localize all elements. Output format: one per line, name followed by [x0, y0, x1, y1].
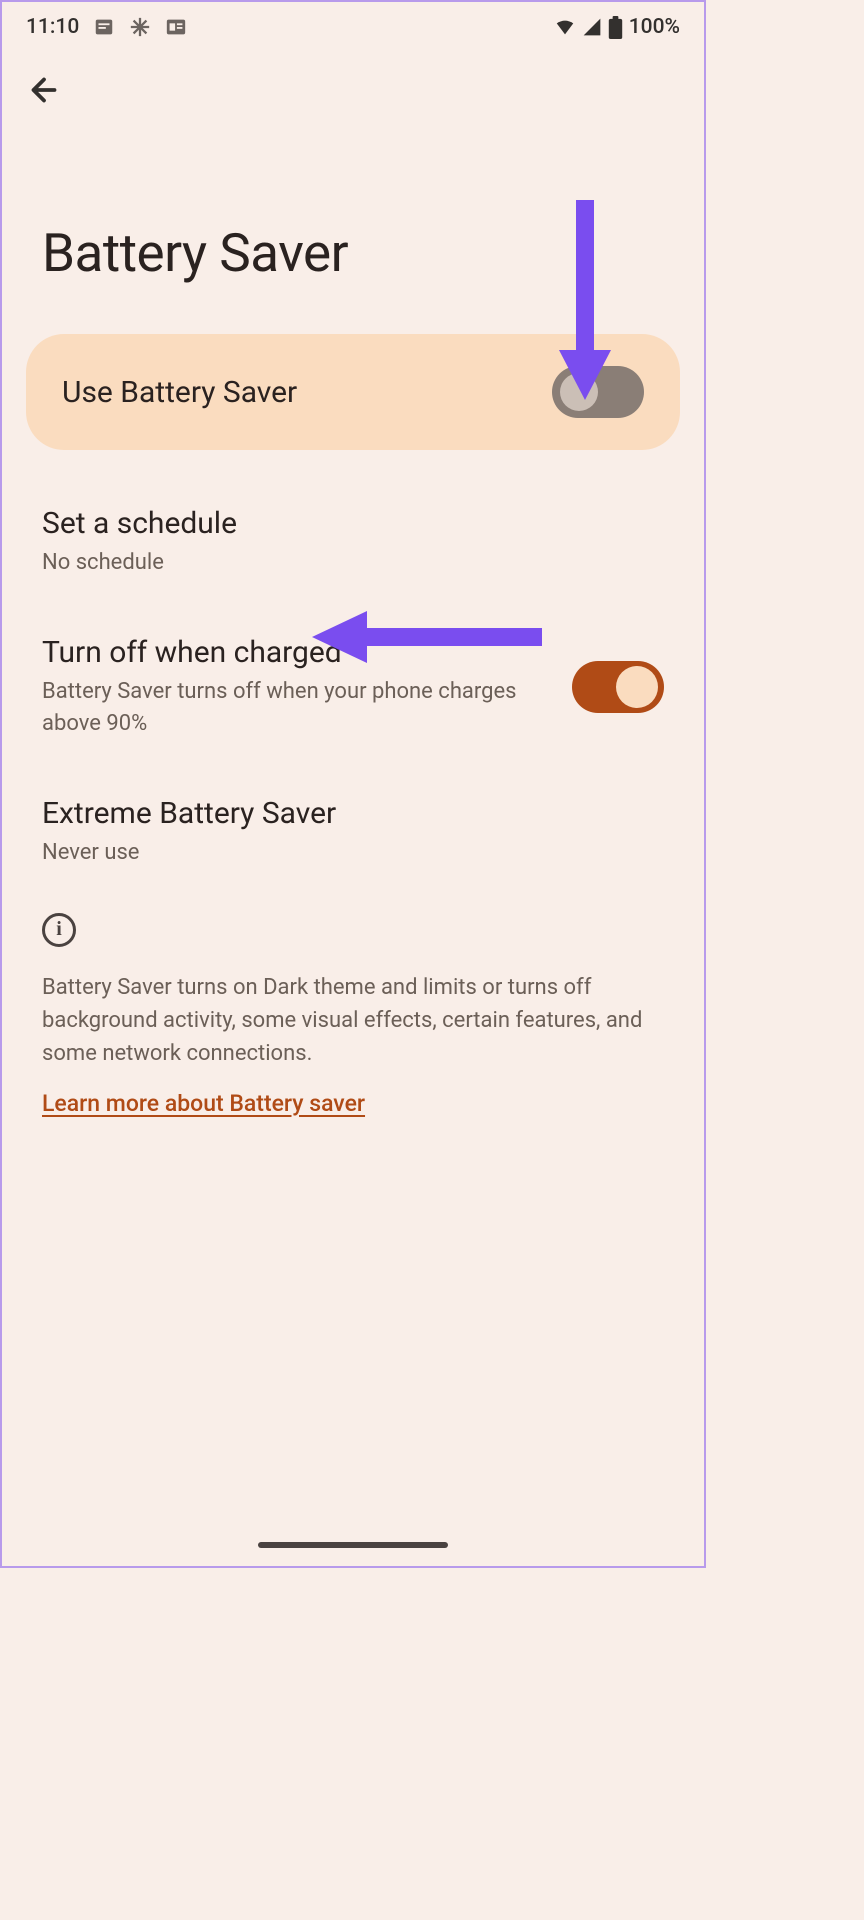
info-text: Battery Saver turns on Dark theme and li… [42, 971, 664, 1070]
use-battery-saver-toggle-card[interactable]: Use Battery Saver [26, 334, 680, 450]
set-schedule-item[interactable]: Set a schedule No schedule [2, 478, 704, 607]
messages-icon [93, 16, 115, 38]
extreme-battery-saver-subtitle: Never use [42, 837, 664, 869]
turn-off-charged-switch[interactable] [572, 661, 664, 713]
page-title: Battery Saver [2, 112, 704, 334]
battery-percent: 100% [629, 15, 680, 39]
use-battery-saver-switch[interactable] [552, 366, 644, 418]
info-icon: i [42, 913, 76, 947]
battery-icon [608, 16, 623, 39]
back-button[interactable] [2, 52, 704, 112]
arrow-back-icon [26, 72, 62, 108]
wifi-icon [554, 16, 576, 38]
status-bar-right: 100% [554, 15, 680, 39]
settings-list: Set a schedule No schedule Turn off when… [2, 478, 704, 897]
extreme-battery-saver-item[interactable]: Extreme Battery Saver Never use [2, 768, 704, 897]
learn-more-link[interactable]: Learn more about Battery saver [42, 1090, 365, 1117]
navigation-bar-handle[interactable] [258, 1542, 448, 1548]
turn-off-charged-subtitle: Battery Saver turns off when your phone … [42, 676, 548, 740]
news-icon [165, 16, 187, 38]
status-time: 11:10 [26, 15, 79, 39]
turn-off-charged-item[interactable]: Turn off when charged Battery Saver turn… [2, 607, 704, 768]
set-schedule-subtitle: No schedule [42, 547, 664, 579]
set-schedule-title: Set a schedule [42, 506, 664, 541]
signal-icon [582, 17, 602, 37]
set-schedule-text: Set a schedule No schedule [42, 506, 664, 579]
turn-off-charged-title: Turn off when charged [42, 635, 548, 670]
status-bar: 11:10 100% [2, 2, 704, 52]
info-section: i Battery Saver turns on Dark theme and … [2, 897, 704, 1133]
extreme-battery-saver-text: Extreme Battery Saver Never use [42, 796, 664, 869]
use-battery-saver-label: Use Battery Saver [62, 375, 297, 410]
photos-icon [129, 16, 151, 38]
status-bar-left: 11:10 [26, 15, 187, 39]
extreme-battery-saver-title: Extreme Battery Saver [42, 796, 664, 831]
turn-off-charged-text: Turn off when charged Battery Saver turn… [42, 635, 572, 740]
